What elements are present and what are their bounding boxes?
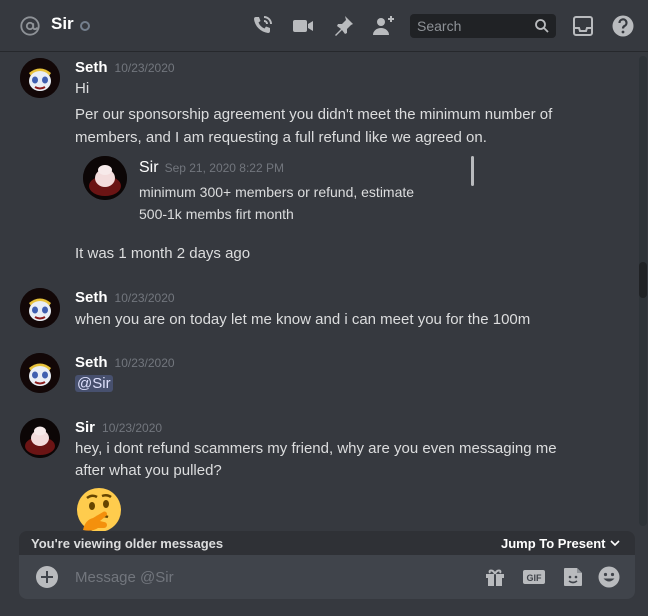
user-mention[interactable]: @Sir — [75, 375, 113, 392]
search-icon — [535, 19, 549, 33]
avatar[interactable] — [20, 418, 60, 458]
message-timestamp: 10/23/2020 — [114, 61, 175, 75]
add-attachment-button[interactable] — [36, 566, 58, 588]
search-input[interactable]: Search — [410, 14, 556, 38]
channel-header: Sir Search — [0, 0, 648, 52]
phone-icon[interactable] — [250, 14, 274, 38]
quote-author-name[interactable]: Sir — [139, 159, 159, 176]
quote-text: 500-1k membs firt month — [139, 206, 294, 222]
message-composer: GIF — [19, 555, 635, 599]
thinking-face-icon[interactable] — [75, 486, 123, 534]
search-placeholder: Search — [417, 18, 462, 34]
message-timestamp: 10/23/2020 — [114, 291, 175, 305]
message-input[interactable] — [75, 565, 475, 589]
sir-avatar-icon — [83, 156, 127, 200]
jump-to-present-button[interactable]: Jump To Present — [501, 536, 606, 551]
author-name[interactable]: Seth — [75, 289, 108, 306]
at-icon — [20, 16, 40, 36]
scrollbar-thumb[interactable] — [639, 262, 647, 298]
gif-icon[interactable]: GIF — [522, 565, 546, 589]
message-timestamp: 10/23/2020 — [102, 421, 163, 435]
message-author[interactable]: Seth 10/23/2020 — [75, 59, 175, 76]
video-icon[interactable] — [291, 14, 315, 38]
seth-avatar-icon — [20, 353, 60, 393]
quote-timestamp: Sep 21, 2020 8:22 PM — [164, 161, 284, 175]
help-icon[interactable] — [611, 14, 635, 38]
quote-text: minimum 300+ members or refund, estimate — [139, 184, 415, 200]
message-text: members, and I am requesting a full refu… — [75, 129, 487, 146]
message-text: after what you pulled? — [75, 462, 222, 479]
seth-avatar-icon — [20, 288, 60, 328]
message-text: @Sir — [75, 375, 113, 392]
gift-icon[interactable] — [483, 565, 507, 589]
add-friend-icon[interactable] — [371, 14, 395, 38]
older-messages-bar: You're viewing older messages Jump To Pr… — [19, 531, 635, 555]
message-timestamp: 10/23/2020 — [114, 356, 175, 370]
message-text: Per our sponsorship agreement you didn't… — [75, 106, 553, 123]
sir-avatar-icon — [20, 418, 60, 458]
svg-text:GIF: GIF — [527, 573, 543, 583]
status-offline-icon — [80, 21, 90, 31]
older-messages-text: You're viewing older messages — [31, 536, 224, 551]
emoji-icon[interactable] — [597, 565, 621, 589]
message-author[interactable]: Seth 10/23/2020 — [75, 289, 175, 306]
message-author[interactable]: Seth 10/23/2020 — [75, 354, 175, 371]
author-name[interactable]: Seth — [75, 354, 108, 371]
author-name[interactable]: Seth — [75, 59, 108, 76]
avatar[interactable] — [20, 353, 60, 393]
quote-avatar[interactable] — [83, 156, 127, 200]
quote-divider — [471, 156, 474, 186]
seth-avatar-icon — [20, 58, 60, 98]
sticker-icon[interactable] — [561, 565, 585, 589]
message-text: It was 1 month 2 days ago — [75, 245, 251, 262]
author-name[interactable]: Sir — [75, 419, 95, 436]
message-text: hey, i dont refund scammers my friend, w… — [75, 440, 557, 457]
message-text: when you are on today let me know and i … — [75, 311, 531, 328]
inbox-icon[interactable] — [571, 14, 595, 38]
message-text: Hi — [75, 80, 90, 97]
chevron-down-icon[interactable] — [609, 537, 621, 549]
message-author[interactable]: Sir 10/23/2020 — [75, 419, 162, 436]
avatar[interactable] — [20, 58, 60, 98]
avatar[interactable] — [20, 288, 60, 328]
pin-icon[interactable] — [331, 14, 355, 38]
channel-name: Sir — [51, 14, 74, 33]
quote-author[interactable]: Sir Sep 21, 2020 8:22 PM — [139, 159, 284, 177]
